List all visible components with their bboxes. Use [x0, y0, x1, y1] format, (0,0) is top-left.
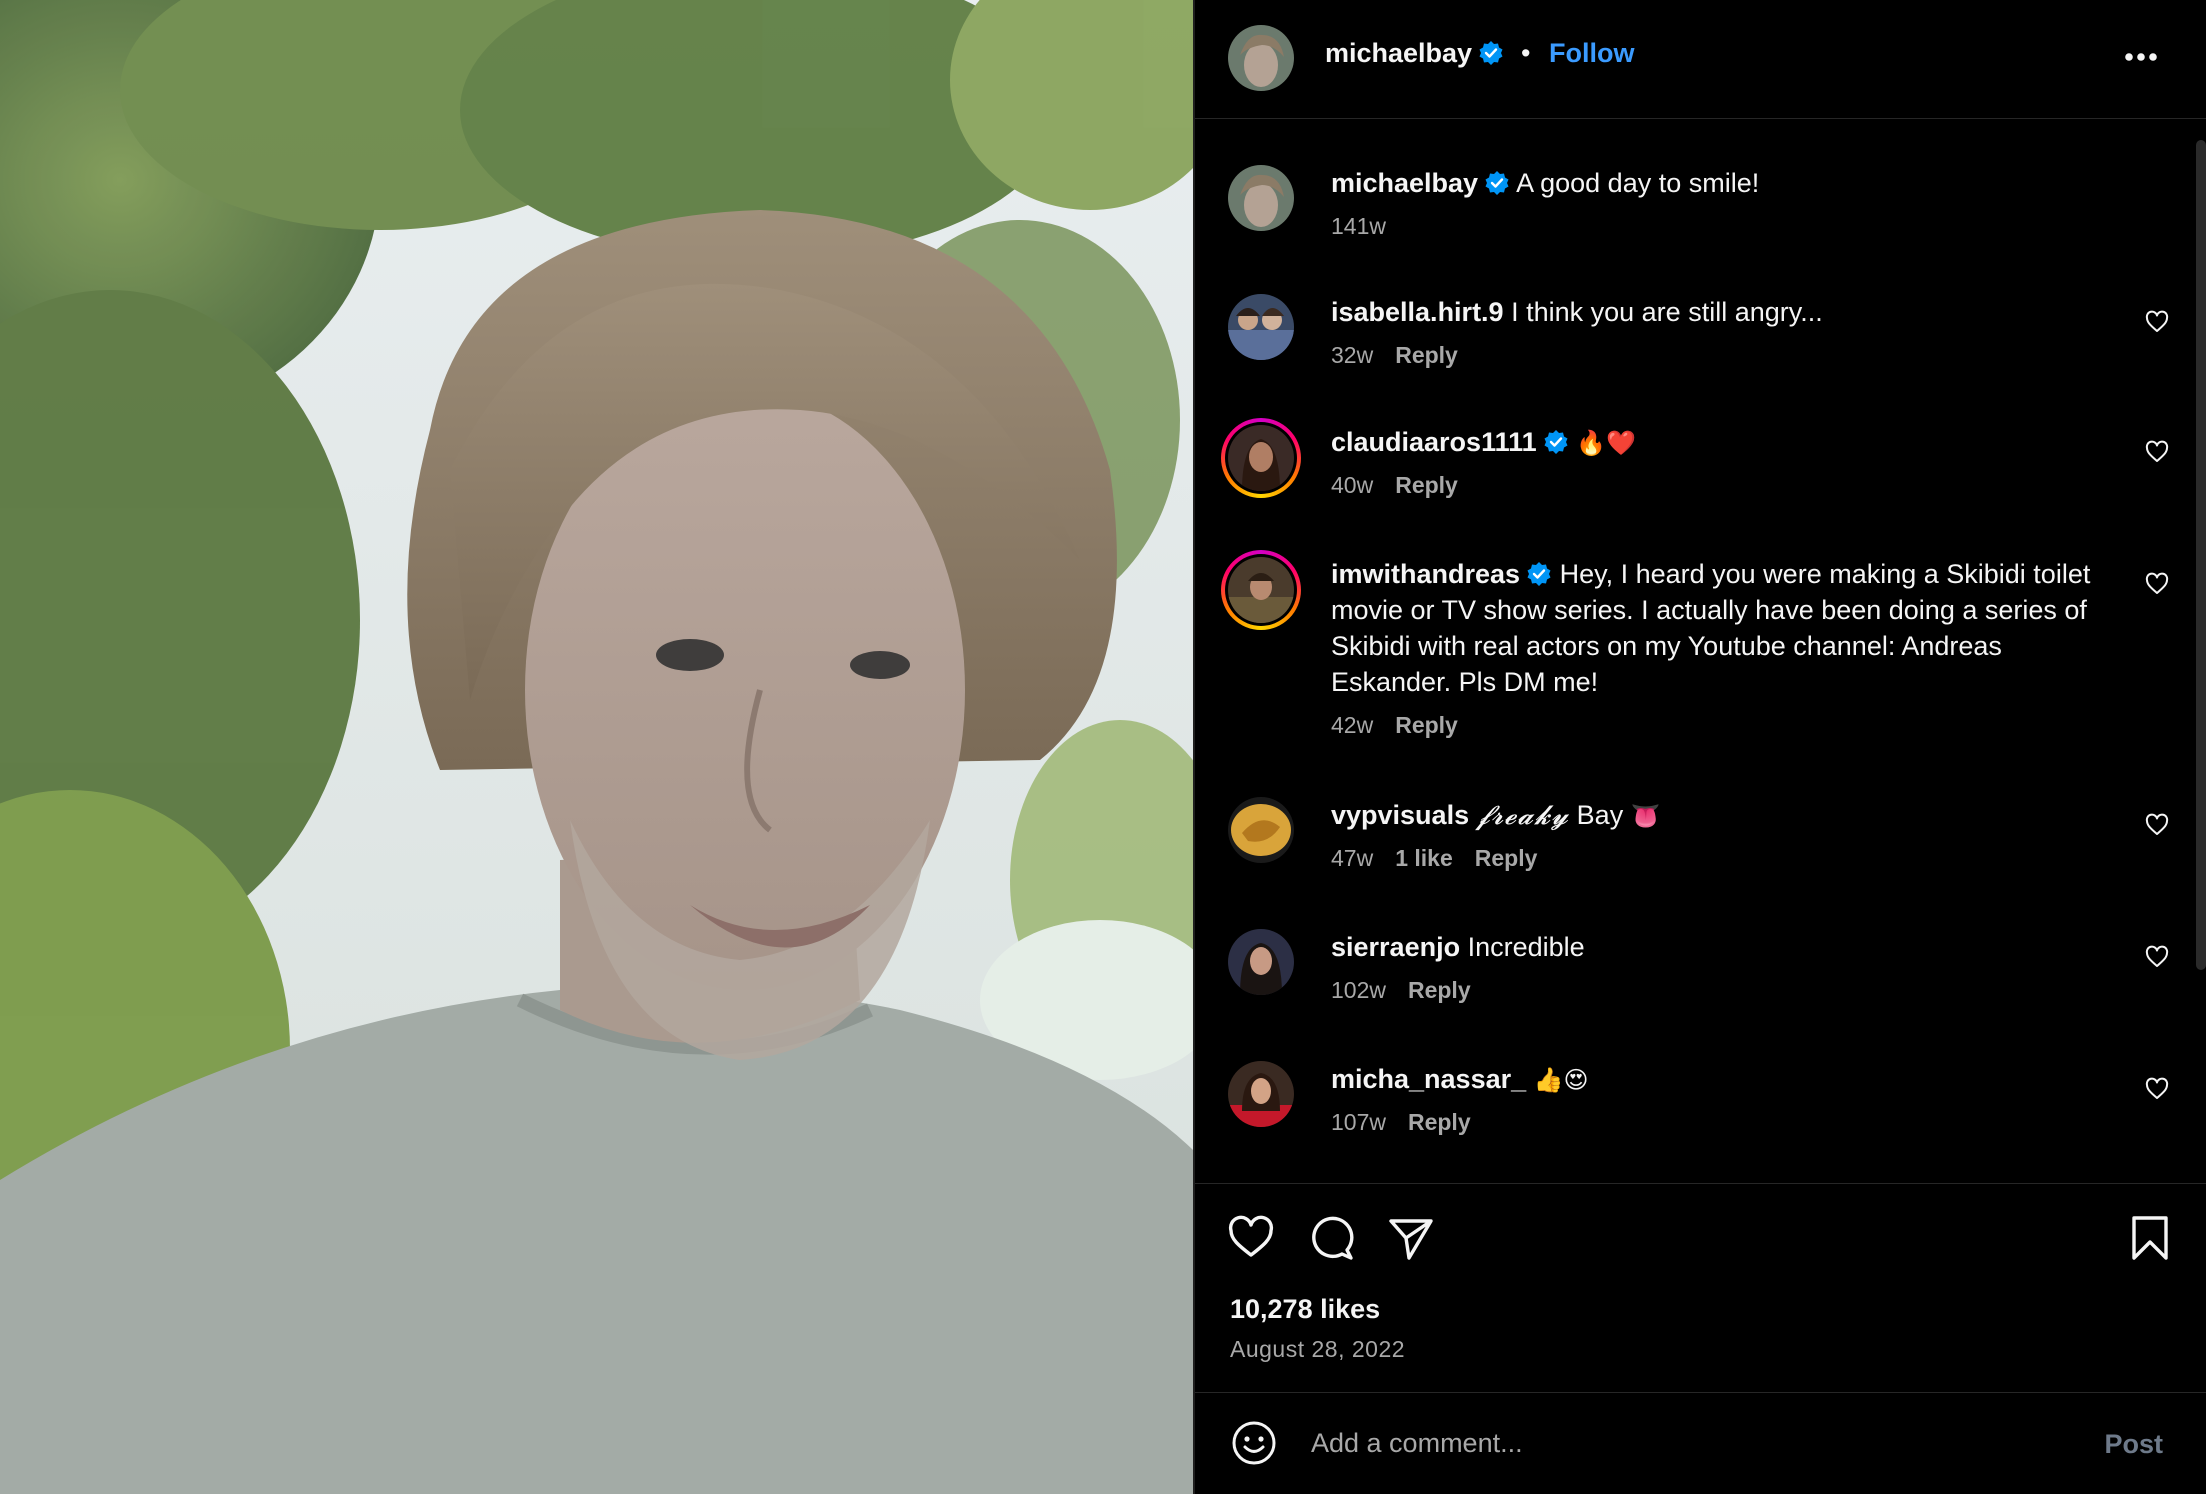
- caption-text: A good day to smile!: [1516, 168, 1760, 198]
- reply-button[interactable]: Reply: [1408, 1109, 1471, 1135]
- commenter-avatar: [1228, 557, 1294, 623]
- post-photo[interactable]: [0, 0, 1193, 1494]
- author-avatar[interactable]: [1228, 25, 1294, 91]
- comment-time[interactable]: 102w: [1331, 977, 1386, 1003]
- commenter-avatar: [1228, 425, 1294, 491]
- like-comment-heart-icon[interactable]: [2145, 945, 2169, 969]
- comment-time[interactable]: 42w: [1331, 712, 1373, 738]
- comment-styled-text: 𝓯𝓻𝓮𝓪𝓴𝔂: [1476, 800, 1570, 831]
- emoji-smiley-icon[interactable]: [1230, 1419, 1278, 1467]
- commenter-username[interactable]: micha_nassar_: [1331, 1064, 1526, 1094]
- comment-time[interactable]: 40w: [1331, 472, 1373, 498]
- author-username-link[interactable]: michaelbay: [1325, 38, 1504, 69]
- comment-bubble-icon[interactable]: [1307, 1214, 1355, 1262]
- add-comment-row: Post: [1195, 1392, 2206, 1494]
- commenter-avatar[interactable]: [1228, 1061, 1294, 1127]
- commenter-avatar[interactable]: [1228, 929, 1294, 995]
- caption-username[interactable]: michaelbay: [1331, 168, 1478, 198]
- comment-time[interactable]: 47w: [1331, 845, 1373, 871]
- comment-text: 🔥❤️: [1576, 429, 1636, 457]
- story-ring[interactable]: [1221, 550, 1301, 630]
- comment-time[interactable]: 107w: [1331, 1109, 1386, 1135]
- like-comment-heart-icon[interactable]: [2145, 440, 2169, 464]
- verified-badge-icon: [1526, 561, 1552, 587]
- commenter-avatar[interactable]: [1228, 294, 1294, 360]
- comment-text: Incredible: [1467, 932, 1585, 962]
- caption-time[interactable]: 141w: [1331, 213, 1386, 239]
- like-comment-heart-icon[interactable]: [2145, 310, 2169, 334]
- post-date[interactable]: August 28, 2022: [1230, 1336, 1405, 1363]
- more-horizontal-icon[interactable]: [2124, 52, 2158, 62]
- post-comment-button[interactable]: Post: [2104, 1429, 2163, 1460]
- post-detail-panel: michaelbay • Follow michaelbay A good da…: [1193, 0, 2206, 1494]
- reply-button[interactable]: Reply: [1475, 845, 1538, 871]
- story-ring[interactable]: [1221, 418, 1301, 498]
- comment-text: Bay: [1576, 800, 1624, 830]
- follow-button[interactable]: Follow: [1549, 38, 1634, 69]
- like-comment-heart-icon[interactable]: [2145, 813, 2169, 837]
- like-comment-heart-icon[interactable]: [2145, 1077, 2169, 1101]
- commenter-username[interactable]: claudiaaros1111: [1331, 427, 1537, 457]
- verified-badge-icon: [1484, 170, 1510, 196]
- like-comment-heart-icon[interactable]: [2145, 572, 2169, 596]
- comments-list[interactable]: michaelbay A good day to smile! 141w isa…: [1195, 119, 2206, 1183]
- commenter-username[interactable]: sierraenjo: [1331, 932, 1460, 962]
- save-bookmark-icon[interactable]: [2126, 1214, 2174, 1262]
- commenter-username[interactable]: isabella.hirt.9: [1331, 297, 1504, 327]
- likes-count[interactable]: 10,278 likes: [1230, 1294, 1380, 1325]
- reply-button[interactable]: Reply: [1408, 977, 1471, 1003]
- comment-text: 👍😍: [1533, 1066, 1589, 1094]
- post-header: michaelbay • Follow: [1195, 0, 2206, 119]
- portrait-photo-image: [0, 0, 1193, 1494]
- reply-button[interactable]: Reply: [1395, 342, 1458, 368]
- header-separator: •: [1521, 38, 1531, 68]
- commenter-username[interactable]: imwithandreas: [1331, 559, 1520, 589]
- comment-time[interactable]: 32w: [1331, 342, 1373, 368]
- commenter-avatar[interactable]: [1228, 797, 1294, 863]
- verified-badge-icon: [1543, 429, 1569, 455]
- post-actions-footer: 10,278 likes August 28, 2022 Post: [1195, 1183, 2206, 1494]
- reply-button[interactable]: Reply: [1395, 712, 1458, 738]
- tongue-emoji: 👅: [1630, 802, 1661, 830]
- reply-button[interactable]: Reply: [1395, 472, 1458, 498]
- share-paper-plane-icon[interactable]: [1387, 1214, 1435, 1262]
- add-comment-input[interactable]: [1309, 1417, 2013, 1469]
- comments-scrollbar[interactable]: [2196, 140, 2206, 970]
- caption-author-avatar[interactable]: [1228, 165, 1294, 231]
- commenter-username[interactable]: vypvisuals: [1331, 800, 1469, 830]
- like-heart-icon[interactable]: [1227, 1214, 1275, 1262]
- comment-text: I think you are still angry...: [1511, 297, 1823, 327]
- verified-badge-icon: [1478, 40, 1504, 66]
- comment-likes-count[interactable]: 1 like: [1395, 845, 1453, 871]
